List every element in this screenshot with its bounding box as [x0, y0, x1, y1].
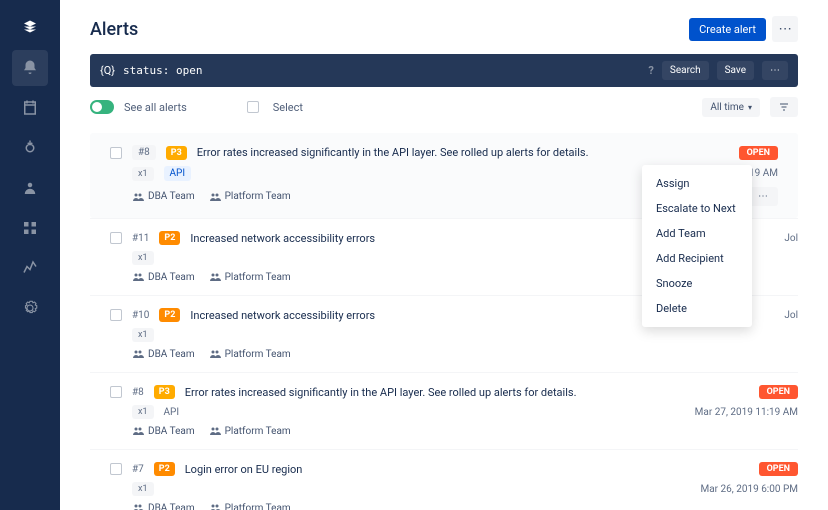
dropdown-item[interactable]: Escalate to Next: [642, 196, 752, 221]
actions-dropdown: AssignEscalate to NextAdd TeamAdd Recipi…: [642, 165, 752, 327]
alert-id: #11: [132, 233, 149, 244]
status-badge: OPEN: [759, 385, 798, 399]
search-more-button[interactable]: ⋯: [762, 61, 788, 80]
help-icon[interactable]: ?: [648, 64, 653, 77]
alert-checkbox[interactable]: [110, 232, 122, 244]
time-filter-dropdown[interactable]: All time▾: [702, 98, 760, 117]
assignee: Jol: [784, 233, 798, 244]
team-dba[interactable]: DBA Team: [132, 271, 195, 283]
sidebar: [0, 0, 60, 510]
team-dba[interactable]: DBA Team: [132, 348, 195, 360]
query-prefix-icon: {Q}: [100, 64, 115, 77]
team-platform[interactable]: Platform Team: [209, 348, 291, 360]
nav-team[interactable]: [12, 170, 48, 206]
row-more-button[interactable]: ⋯: [748, 187, 778, 206]
team-platform[interactable]: Platform Team: [209, 191, 291, 203]
dropdown-item[interactable]: Assign: [642, 171, 752, 196]
select-label: Select: [273, 101, 303, 114]
dropdown-item[interactable]: Delete: [642, 296, 752, 321]
timestamp: Mar 26, 2019 6:00 PM: [701, 484, 799, 495]
alert-checkbox[interactable]: [110, 386, 122, 398]
alert-checkbox[interactable]: [110, 463, 122, 475]
count-badge: x1: [132, 405, 154, 419]
team-dba[interactable]: DBA Team: [132, 191, 195, 203]
status-badge: OPEN: [739, 146, 778, 160]
team-dba[interactable]: DBA Team: [132, 502, 195, 510]
filter-settings-button[interactable]: [770, 97, 798, 117]
team-platform[interactable]: Platform Team: [209, 502, 291, 510]
team-platform[interactable]: Platform Team: [209, 271, 291, 283]
alert-checkbox[interactable]: [110, 147, 122, 159]
alert-message: Error rates increased significantly in t…: [185, 386, 749, 399]
search-bar[interactable]: {Q} status: open ? Search Save ⋯: [90, 54, 798, 87]
select-all-checkbox[interactable]: [247, 101, 259, 113]
alert-row[interactable]: #8 P3 Error rates increased significantly …: [90, 372, 798, 449]
nav-analytics[interactable]: [12, 250, 48, 286]
alert-id: #8: [132, 145, 156, 160]
more-actions-button[interactable]: ⋯: [772, 16, 798, 42]
priority-badge: P2: [154, 462, 175, 476]
alert-id: #10: [132, 310, 149, 321]
assignee: Jol: [784, 310, 798, 321]
page-title: Alerts: [90, 19, 138, 40]
dropdown-item[interactable]: Add Recipient: [642, 246, 752, 271]
alert-id: #8: [132, 387, 144, 398]
team-dba[interactable]: DBA Team: [132, 425, 195, 437]
count-badge: x1: [132, 328, 154, 342]
count-badge: x1: [132, 482, 154, 496]
timestamp: Mar 27, 2019 11:19 AM: [695, 407, 798, 418]
team-platform[interactable]: Platform Team: [209, 425, 291, 437]
alert-message: Login error on EU region: [185, 463, 749, 476]
alert-row[interactable]: #7 P2 Login error on EU region OPEN x1 Mar 26…: [90, 449, 798, 510]
alert-tag: API: [164, 166, 192, 181]
nav-settings[interactable]: [12, 290, 48, 326]
alert-id: #7: [132, 464, 144, 475]
logo-icon[interactable]: [12, 10, 48, 46]
count-badge: x1: [132, 251, 154, 265]
save-button[interactable]: Save: [717, 61, 754, 80]
dropdown-item[interactable]: Snooze: [642, 271, 752, 296]
status-badge: OPEN: [759, 462, 798, 476]
dropdown-item[interactable]: Add Team: [642, 221, 752, 246]
priority-badge: P2: [159, 231, 180, 245]
nav-alerts[interactable]: [12, 50, 48, 86]
alert-checkbox[interactable]: [110, 309, 122, 321]
alert-tag: API: [164, 407, 180, 418]
main-content: Alerts Create alert ⋯ {Q} status: open ?…: [60, 0, 828, 510]
see-all-toggle[interactable]: [90, 100, 114, 114]
priority-badge: P3: [154, 385, 175, 399]
nav-services[interactable]: [12, 210, 48, 246]
priority-badge: P2: [159, 308, 180, 322]
alert-message: Error rates increased significantly in t…: [197, 146, 729, 159]
search-query[interactable]: status: open: [123, 64, 640, 77]
create-alert-button[interactable]: Create alert: [689, 18, 766, 41]
nav-incidents[interactable]: [12, 90, 48, 126]
priority-badge: P3: [166, 146, 187, 160]
nav-oncall[interactable]: [12, 130, 48, 166]
see-all-label: See all alerts: [124, 101, 187, 114]
count-badge: x1: [132, 167, 154, 181]
search-button[interactable]: Search: [662, 61, 709, 80]
